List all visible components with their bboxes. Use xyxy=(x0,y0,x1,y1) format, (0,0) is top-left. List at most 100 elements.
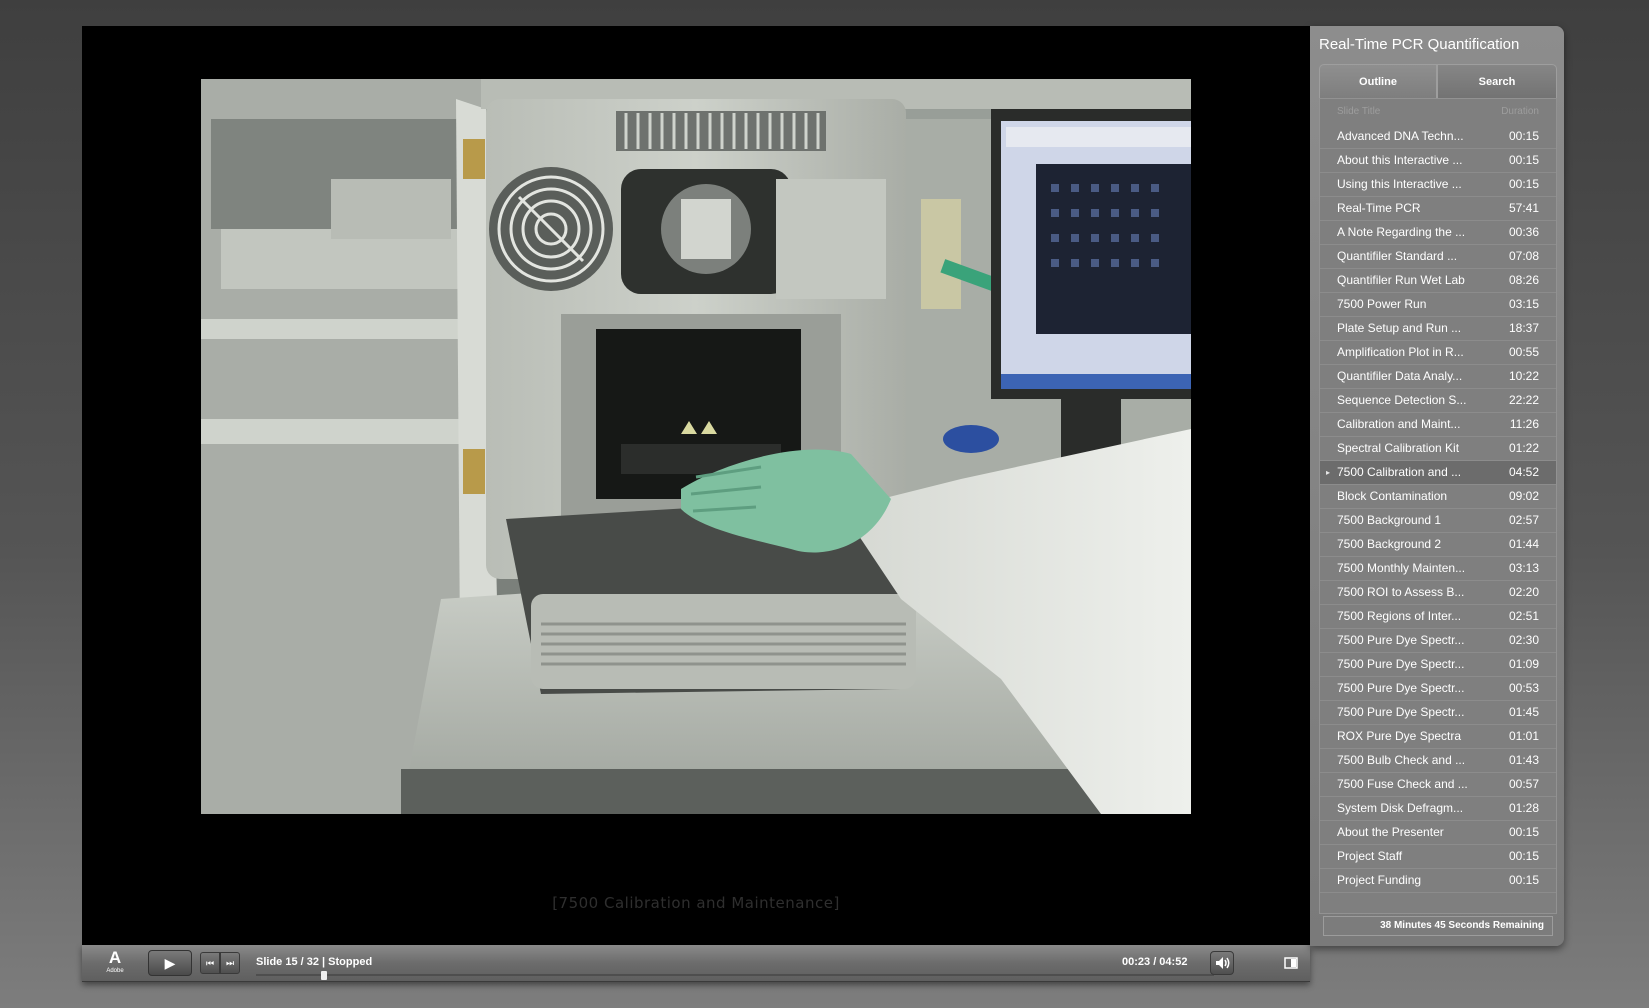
video-stage: [7500 Calibration and Maintenance] xyxy=(82,26,1310,945)
outline-item-title: Advanced DNA Techn... xyxy=(1337,129,1464,143)
toc-toggle-button[interactable] xyxy=(1282,954,1300,972)
outline-item-title: Amplification Plot in R... xyxy=(1337,345,1464,359)
adobe-logo-word: Adobe xyxy=(106,968,124,974)
column-header-slide-title: Slide Title xyxy=(1337,106,1381,117)
outline-item[interactable]: 7500 Pure Dye Spectr... 02:30 xyxy=(1320,629,1556,653)
next-slide-button[interactable]: ⏭ xyxy=(220,952,240,974)
outline-item-duration: 02:51 xyxy=(1508,609,1539,623)
outline-item-duration: 07:08 xyxy=(1508,249,1539,263)
outline-item-duration: 00:15 xyxy=(1508,825,1539,839)
outline-list-container: Slide Title Duration Advanced DNA Techn.… xyxy=(1319,98,1557,914)
outline-item[interactable]: Block Contamination 09:02 xyxy=(1320,485,1556,509)
next-slide-icon: ⏭ xyxy=(225,958,235,968)
previous-slide-icon: ⏮ xyxy=(205,958,215,968)
outline-item-title: ROX Pure Dye Spectra xyxy=(1337,729,1462,743)
outline-item-duration: 01:43 xyxy=(1508,753,1539,767)
video-frame[interactable] xyxy=(201,79,1191,814)
outline-item-title: Plate Setup and Run ... xyxy=(1337,321,1462,335)
table-of-contents-panel: Real-Time PCR Quantification Outline Sea… xyxy=(1310,26,1564,946)
outline-item[interactable]: 7500 Monthly Mainten... 03:13 xyxy=(1320,557,1556,581)
outline-item[interactable]: 7500 Bulb Check and ... 01:43 xyxy=(1320,749,1556,773)
outline-item[interactable]: Amplification Plot in R... 00:55 xyxy=(1320,341,1556,365)
outline-item[interactable]: Quantifiler Run Wet Lab 08:26 xyxy=(1320,269,1556,293)
outline-item[interactable]: 7500 Fuse Check and ... 00:57 xyxy=(1320,773,1556,797)
outline-item-title: A Note Regarding the ... xyxy=(1337,225,1466,239)
outline-item[interactable]: 7500 Pure Dye Spectr... 01:09 xyxy=(1320,653,1556,677)
outline-item[interactable]: Real-Time PCR 57:41 xyxy=(1320,197,1556,221)
progress-track[interactable] xyxy=(256,974,1214,976)
outline-item[interactable]: 7500 Pure Dye Spectr... 00:53 xyxy=(1320,677,1556,701)
outline-item-title: System Disk Defragm... xyxy=(1337,801,1464,815)
outline-item-duration: 10:22 xyxy=(1508,369,1539,383)
outline-item[interactable]: 7500 Regions of Inter... 02:51 xyxy=(1320,605,1556,629)
outline-item-duration: 00:57 xyxy=(1508,777,1539,791)
outline-item-duration: 09:02 xyxy=(1508,489,1539,503)
outline-item[interactable]: About this Interactive ... 00:15 xyxy=(1320,149,1556,173)
outline-item-title: Calibration and Maint... xyxy=(1337,417,1461,431)
outline-item-duration: 01:28 xyxy=(1508,801,1539,815)
outline-item[interactable]: Calibration and Maint... 11:26 xyxy=(1320,413,1556,437)
presentation-title: Real-Time PCR Quantification xyxy=(1319,36,1520,53)
tab-outline[interactable]: Outline xyxy=(1319,64,1437,98)
outline-item[interactable]: 7500 Pure Dye Spectr... 01:45 xyxy=(1320,701,1556,725)
outline-item-title: Sequence Detection S... xyxy=(1337,393,1467,407)
lab-instrument-video-image xyxy=(201,79,1191,814)
outline-item[interactable]: Plate Setup and Run ... 18:37 xyxy=(1320,317,1556,341)
outline-item-title: 7500 Background 1 xyxy=(1337,513,1442,527)
outline-item[interactable]: 7500 Background 1 02:57 xyxy=(1320,509,1556,533)
outline-item-duration: 02:30 xyxy=(1508,633,1539,647)
outline-item[interactable]: Spectral Calibration Kit 01:22 xyxy=(1320,437,1556,461)
outline-item-current[interactable]: ▸ 7500 Calibration and ... 04:52 xyxy=(1320,461,1556,485)
outline-item-title: Spectral Calibration Kit xyxy=(1337,441,1460,455)
play-icon: ▶ xyxy=(164,955,176,971)
outline-item[interactable]: About the Presenter 00:15 xyxy=(1320,821,1556,845)
outline-item[interactable]: Project Staff 00:15 xyxy=(1320,845,1556,869)
outline-item[interactable]: 7500 Power Run 03:15 xyxy=(1320,293,1556,317)
outline-item-title: 7500 Pure Dye Spectr... xyxy=(1337,633,1465,647)
outline-item-title: Using this Interactive ... xyxy=(1337,177,1462,191)
outline-item-duration: 01:44 xyxy=(1508,537,1539,551)
outline-item[interactable]: Using this Interactive ... 00:15 xyxy=(1320,173,1556,197)
outline-item[interactable]: System Disk Defragm... 01:28 xyxy=(1320,797,1556,821)
outline-item[interactable]: 7500 ROI to Assess B... 02:20 xyxy=(1320,581,1556,605)
outline-item-title: 7500 ROI to Assess B... xyxy=(1337,585,1465,599)
outline-item-duration: 08:26 xyxy=(1508,273,1539,287)
outline-item-duration: 00:36 xyxy=(1508,225,1539,239)
outline-item-title: 7500 Pure Dye Spectr... xyxy=(1337,681,1465,695)
outline-item-title: About the Presenter xyxy=(1337,825,1444,839)
outline-item-duration: 00:55 xyxy=(1508,345,1539,359)
outline-item[interactable]: ROX Pure Dye Spectra 01:01 xyxy=(1320,725,1556,749)
outline-item[interactable]: Advanced DNA Techn... 00:15 xyxy=(1320,125,1556,149)
outline-item-duration: 00:15 xyxy=(1508,849,1539,863)
outline-item-title: 7500 Pure Dye Spectr... xyxy=(1337,705,1465,719)
outline-item[interactable]: Quantifiler Data Analy... 10:22 xyxy=(1320,365,1556,389)
volume-button[interactable] xyxy=(1210,951,1234,975)
progress-handle[interactable] xyxy=(321,971,328,980)
outline-item-duration: 00:15 xyxy=(1508,873,1539,887)
outline-item[interactable]: Quantifiler Standard ... 07:08 xyxy=(1320,245,1556,269)
outline-item[interactable]: A Note Regarding the ... 00:36 xyxy=(1320,221,1556,245)
previous-slide-button[interactable]: ⏮ xyxy=(200,952,220,974)
outline-item-duration: 01:09 xyxy=(1508,657,1539,671)
outline-item-duration: 00:15 xyxy=(1508,177,1539,191)
play-button[interactable]: ▶ xyxy=(148,950,192,976)
outline-item[interactable]: Project Funding 00:15 xyxy=(1320,869,1556,893)
outline-item-title: 7500 Monthly Mainten... xyxy=(1337,561,1466,575)
panel-toggle-icon xyxy=(1284,957,1298,969)
column-header-duration: Duration xyxy=(1501,106,1539,117)
outline-item-title: Quantifiler Standard ... xyxy=(1337,249,1458,263)
outline-item-title: 7500 Regions of Inter... xyxy=(1337,609,1462,623)
outline-item-duration: 01:22 xyxy=(1508,441,1539,455)
outline-item-duration: 03:15 xyxy=(1508,297,1539,311)
outline-item-duration: 04:52 xyxy=(1508,465,1539,479)
outline-item-title: Block Contamination xyxy=(1337,489,1448,503)
outline-item-duration: 22:22 xyxy=(1508,393,1539,407)
outline-item-title: Project Staff xyxy=(1337,849,1403,863)
adobe-logo-icon[interactable]: A Adobe xyxy=(102,948,128,978)
outline-item-duration: 03:13 xyxy=(1508,561,1539,575)
outline-item[interactable]: Sequence Detection S... 22:22 xyxy=(1320,389,1556,413)
playback-control-bar: A Adobe ▶ ⏮ ⏭ Slide 15 / 32 | Stopped 00… xyxy=(82,945,1310,982)
tab-search[interactable]: Search xyxy=(1437,64,1557,98)
panel-tabs: Outline Search xyxy=(1319,64,1557,98)
outline-item[interactable]: 7500 Background 2 01:44 xyxy=(1320,533,1556,557)
